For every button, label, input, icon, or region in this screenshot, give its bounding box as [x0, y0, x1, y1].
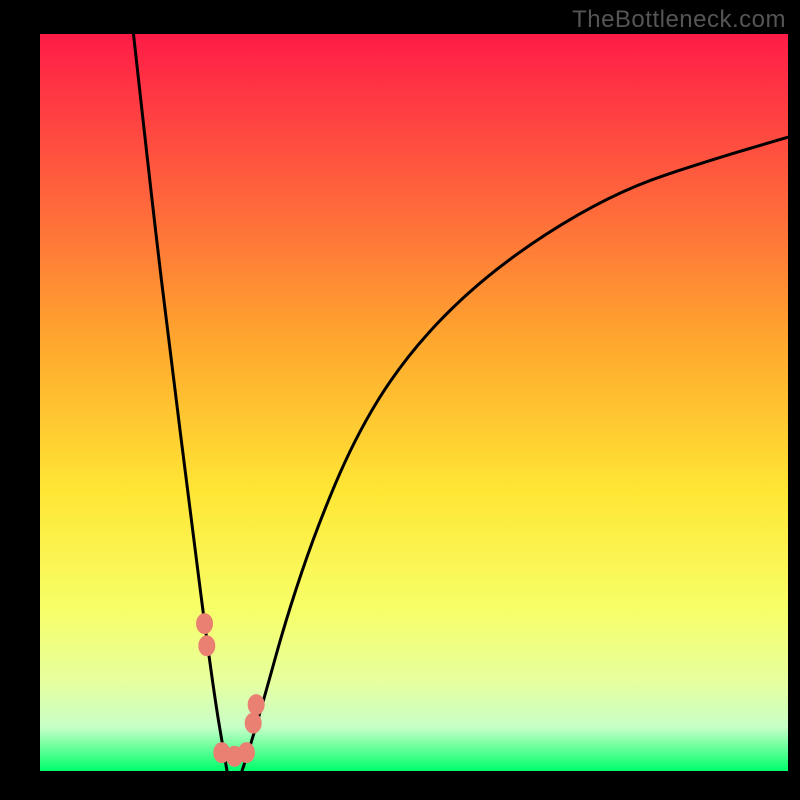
left-upper-marker-2 — [199, 636, 215, 656]
left-upper-marker — [197, 614, 213, 634]
right-upper-marker — [245, 713, 261, 733]
plot-area — [40, 34, 788, 771]
right-upper-marker-2 — [248, 695, 264, 715]
valley-right-marker — [238, 743, 254, 763]
chart-container: { "watermark": "TheBottleneck.com", "col… — [0, 0, 800, 800]
bottleneck-curve-chart — [0, 0, 800, 800]
